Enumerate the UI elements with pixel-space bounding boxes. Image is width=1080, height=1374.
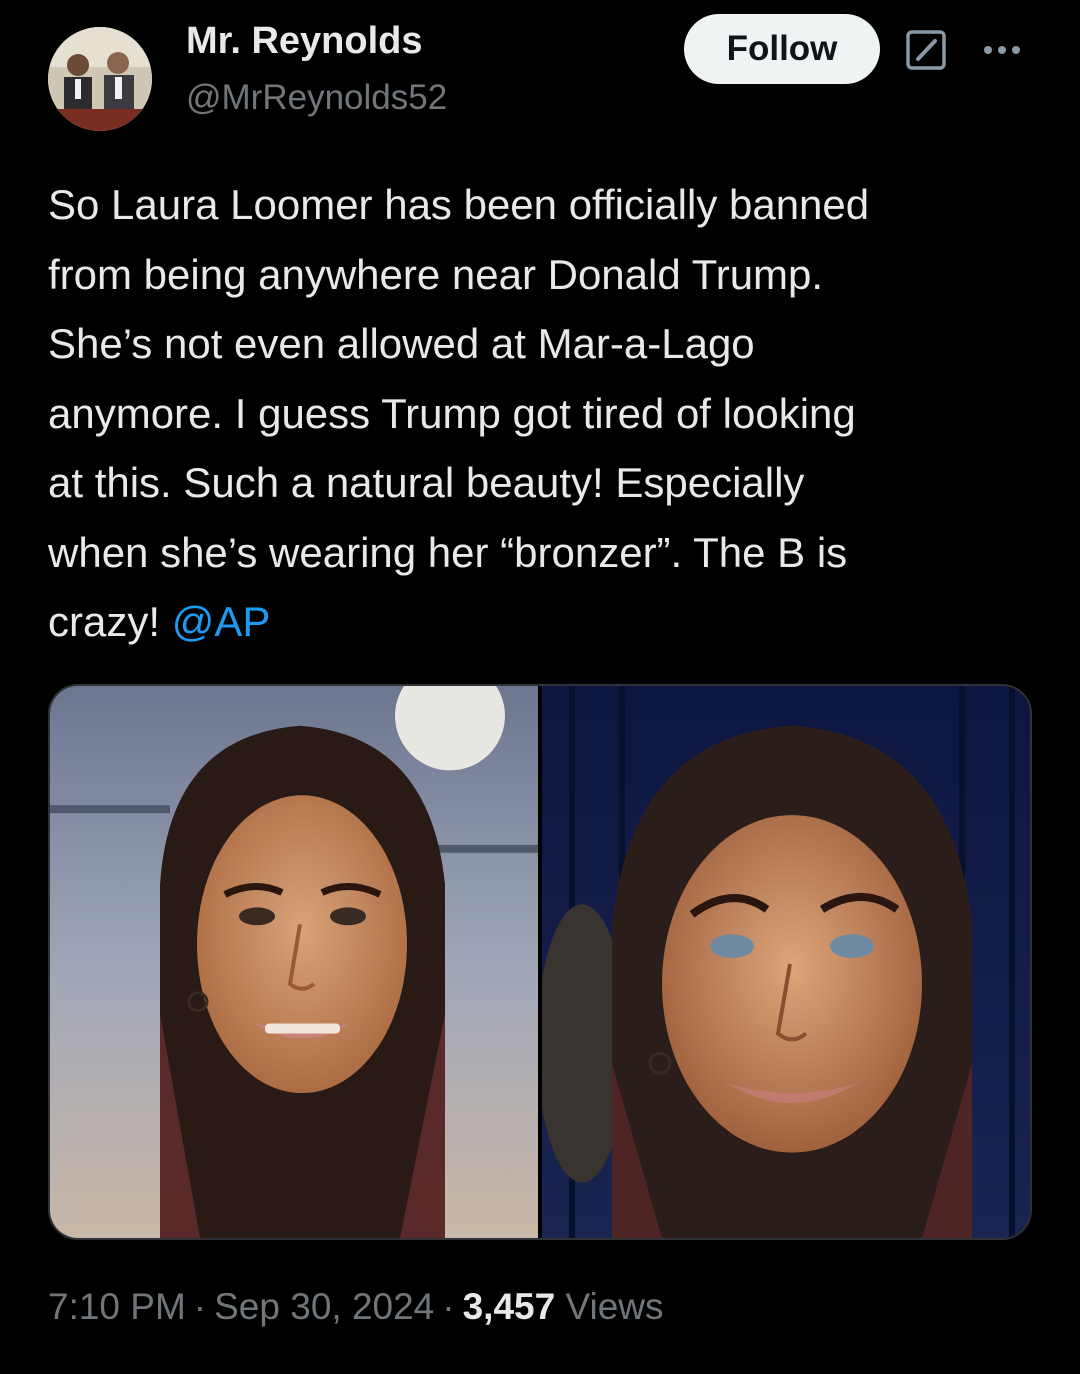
author-display-name[interactable]: Mr. Reynolds xyxy=(186,20,423,63)
meta-separator: · xyxy=(442,1286,455,1327)
views-label: Views xyxy=(565,1286,664,1327)
tweet-line: She’s not even allowed at Mar-a-Lago xyxy=(48,320,755,367)
tweet-line-text: crazy! xyxy=(48,598,161,645)
tweet-line: from being anywhere near Donald Trump. xyxy=(48,250,824,298)
avatar[interactable] xyxy=(48,27,152,131)
views-count: 3,457 xyxy=(462,1286,556,1327)
tweet-line-last: crazy! @AP xyxy=(48,587,1038,657)
tweet-line: at this. Such a natural beauty! Especial… xyxy=(48,459,805,506)
tweet-date[interactable]: Sep 30, 2024 xyxy=(214,1286,434,1327)
tweet-line: So Laura Loomer has been officially bann… xyxy=(48,181,870,228)
more-options-icon[interactable] xyxy=(974,28,1030,72)
tweet-meta: 7:10 PM · Sep 30, 2024 · 3,457 Views xyxy=(48,1286,664,1328)
tweet-photo-1[interactable] xyxy=(50,686,538,1238)
mention-link[interactable]: @AP xyxy=(172,598,271,645)
tweet-text: So Laura Loomer has been officially bann… xyxy=(48,170,1038,657)
follow-button[interactable]: Follow xyxy=(684,14,880,84)
grok-icon[interactable] xyxy=(904,28,948,72)
tweet-time[interactable]: 7:10 PM xyxy=(48,1286,186,1327)
tweet-line: anymore. I guess Trump got tired of look… xyxy=(48,389,856,437)
avatar-photo xyxy=(48,27,152,131)
media-grid xyxy=(48,684,1032,1240)
author-handle[interactable]: @MrReynolds52 xyxy=(186,78,447,118)
tweet-line: when she’s wearing her “bronzer”. The B … xyxy=(48,528,848,576)
meta-separator: · xyxy=(193,1286,207,1327)
tweet-photo-2[interactable] xyxy=(542,686,1030,1238)
